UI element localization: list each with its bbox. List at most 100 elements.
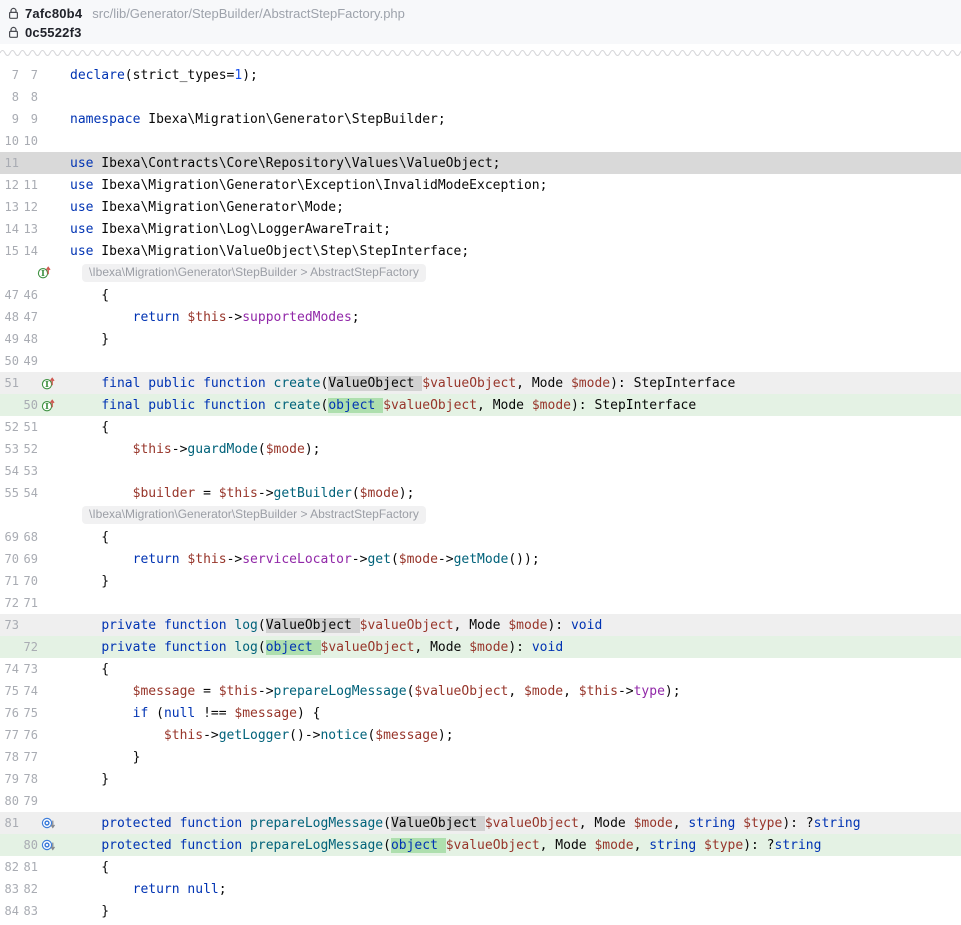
diff-line: 7776 $this->getLogger()->notice($message… bbox=[0, 724, 961, 746]
code-text: if (null !== $message) { bbox=[70, 706, 321, 721]
gutter-icon-slot bbox=[41, 486, 56, 501]
gutter-icon-slot bbox=[41, 640, 56, 655]
implements-method-icon[interactable]: I bbox=[41, 398, 56, 413]
gutter-icon-slot bbox=[41, 156, 56, 171]
new-line-number: 83 bbox=[19, 904, 38, 918]
new-line-number: 9 bbox=[19, 112, 38, 126]
implements-method-icon[interactable]: I bbox=[41, 376, 56, 391]
diff-line: 1211use Ibexa\Migration\Generator\Except… bbox=[0, 174, 961, 196]
old-line-number: 8 bbox=[2, 90, 19, 104]
gutter-icon-slot bbox=[41, 442, 56, 457]
old-line-number: 84 bbox=[2, 904, 19, 918]
old-line-number: 9 bbox=[2, 112, 19, 126]
old-revision-row: 7afc80b4 src/lib/Generator/StepBuilder/A… bbox=[0, 0, 961, 23]
new-line-number: 11 bbox=[19, 178, 38, 192]
old-line-number: 51 bbox=[2, 376, 19, 390]
old-line-number: 15 bbox=[2, 244, 19, 258]
diff-line: 6968 { bbox=[0, 526, 961, 548]
diff-line: 5453 bbox=[0, 460, 961, 482]
old-line-number: 53 bbox=[2, 442, 19, 456]
new-line-number: 53 bbox=[19, 464, 38, 478]
new-line-number: 77 bbox=[19, 750, 38, 764]
old-line-number: 82 bbox=[2, 860, 19, 874]
gutter-icon-slot bbox=[41, 574, 56, 589]
new-line-number: 74 bbox=[19, 684, 38, 698]
code-text: use Ibexa\Migration\Log\LoggerAwareTrait… bbox=[70, 222, 391, 237]
code-text: final public function create(ValueObject… bbox=[70, 376, 735, 391]
diff-line: 73 private function log(ValueObject $val… bbox=[0, 614, 961, 636]
old-line-number: 69 bbox=[2, 530, 19, 544]
gutter-icon-slot bbox=[41, 310, 56, 325]
new-line-number: 78 bbox=[19, 772, 38, 786]
code-text: $message = $this->prepareLogMessage($val… bbox=[70, 684, 681, 699]
code-text: protected function prepareLogMessage(Val… bbox=[70, 816, 861, 831]
gutter-icon-slot bbox=[41, 288, 56, 303]
code-text: $builder = $this->getBuilder($mode); bbox=[70, 486, 414, 501]
gutter-icon-slot bbox=[41, 860, 56, 875]
diff-line: 1413use Ibexa\Migration\Log\LoggerAwareT… bbox=[0, 218, 961, 240]
old-line-number: 10 bbox=[2, 134, 19, 148]
diff-line: 8483 } bbox=[0, 900, 961, 922]
gutter-icon-slot bbox=[41, 332, 56, 347]
diff-line: 5049 bbox=[0, 350, 961, 372]
diff-line: 7069 return $this->serviceLocator->get($… bbox=[0, 548, 961, 570]
diff-line: 11use Ibexa\Contracts\Core\Repository\Va… bbox=[0, 152, 961, 174]
diff-line: 7170 } bbox=[0, 570, 961, 592]
diff-line: 51 I final public function create(ValueOb… bbox=[0, 372, 961, 394]
old-commit-hash[interactable]: 7afc80b4 bbox=[25, 6, 82, 21]
code-text: final public function create(object $val… bbox=[70, 398, 696, 413]
new-line-number: 47 bbox=[19, 310, 38, 324]
code-text: use Ibexa\Contracts\Core\Repository\Valu… bbox=[70, 156, 500, 171]
gutter-icon-slot bbox=[41, 200, 56, 215]
diff-line: 50I final public function create(object … bbox=[0, 394, 961, 416]
gutter-icon-slot bbox=[41, 354, 56, 369]
gutter-icon-slot bbox=[41, 464, 56, 479]
gutter-icon-slot bbox=[41, 684, 56, 699]
old-line-number: 55 bbox=[2, 486, 19, 500]
code-text: } bbox=[70, 772, 109, 787]
code-text: return $this->supportedModes; bbox=[70, 310, 360, 325]
svg-text:I: I bbox=[45, 402, 49, 412]
gutter-icon-slot bbox=[41, 794, 56, 809]
old-line-number: 78 bbox=[2, 750, 19, 764]
code-text: declare(strict_types=1); bbox=[70, 68, 258, 83]
diff-line: 1514use Ibexa\Migration\ValueObject\Step… bbox=[0, 240, 961, 262]
breadcrumb-pill[interactable]: \Ibexa\Migration\Generator\StepBuilder >… bbox=[82, 264, 426, 282]
gutter-icon-slot bbox=[41, 222, 56, 237]
old-line-number: 54 bbox=[2, 464, 19, 478]
overridden-method-icon[interactable] bbox=[41, 816, 56, 831]
old-line-number: 77 bbox=[2, 728, 19, 742]
code-text: } bbox=[70, 574, 109, 589]
diff-line: 4948 } bbox=[0, 328, 961, 350]
old-line-number: 7 bbox=[2, 68, 19, 82]
old-line-number: 71 bbox=[2, 574, 19, 588]
overridden-method-icon[interactable] bbox=[41, 838, 56, 853]
code-text: private function log(ValueObject $valueO… bbox=[70, 618, 602, 633]
new-line-number: 14 bbox=[19, 244, 38, 258]
lock-icon bbox=[8, 26, 19, 39]
file-path: src/lib/Generator/StepBuilder/AbstractSt… bbox=[92, 6, 405, 21]
new-line-number: 54 bbox=[19, 486, 38, 500]
code-text: } bbox=[70, 904, 109, 919]
old-line-number: 81 bbox=[2, 816, 19, 830]
gutter-icon-slot bbox=[41, 596, 56, 611]
diff-line: 7473 { bbox=[0, 658, 961, 680]
gutter-icon-slot bbox=[41, 244, 56, 259]
implements-method-icon[interactable]: I bbox=[37, 265, 52, 280]
collapsed-region-separator: \Ibexa\Migration\Generator\StepBuilder >… bbox=[0, 504, 961, 526]
new-line-number: 51 bbox=[19, 420, 38, 434]
diff-line: 1312use Ibexa\Migration\Generator\Mode; bbox=[0, 196, 961, 218]
new-line-number: 46 bbox=[19, 288, 38, 302]
new-line-number: 70 bbox=[19, 574, 38, 588]
code-text: { bbox=[70, 860, 109, 875]
gutter-icon-slot bbox=[41, 68, 56, 83]
code-text: use Ibexa\Migration\Generator\Exception\… bbox=[70, 178, 547, 193]
new-commit-hash[interactable]: 0c5522f3 bbox=[25, 25, 82, 40]
old-line-number: 73 bbox=[2, 618, 19, 632]
breadcrumb-pill[interactable]: \Ibexa\Migration\Generator\StepBuilder >… bbox=[82, 506, 426, 524]
gutter-icon-slot bbox=[41, 178, 56, 193]
diff-line: 7877 } bbox=[0, 746, 961, 768]
gutter-icon-slot bbox=[41, 750, 56, 765]
new-line-number: 71 bbox=[19, 596, 38, 610]
new-revision-row: 0c5522f3 bbox=[0, 23, 961, 42]
